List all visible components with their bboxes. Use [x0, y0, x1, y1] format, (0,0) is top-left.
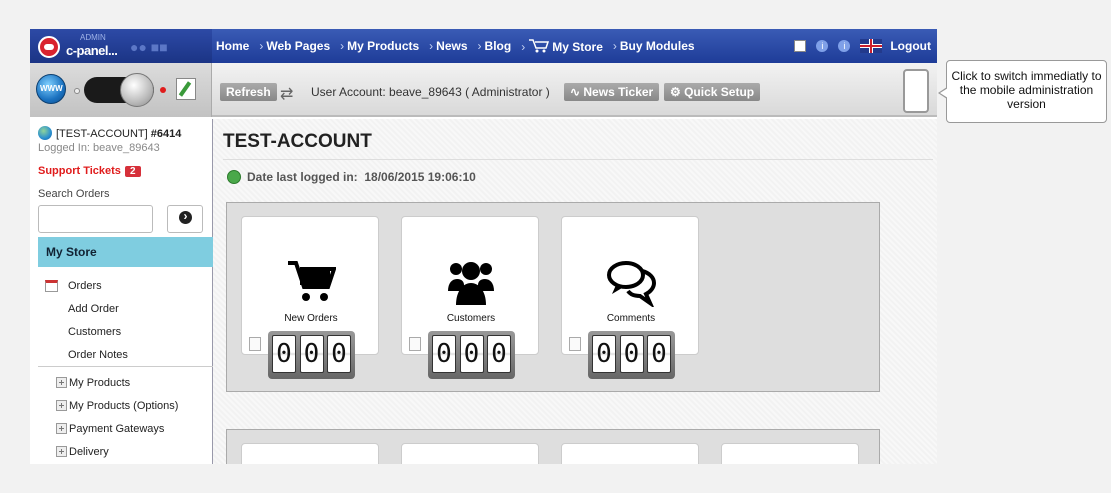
news-ticker-button[interactable]: ∿ News Ticker [564, 83, 660, 101]
expand-icon [56, 446, 67, 457]
gears-icon: ⚙ [670, 85, 685, 99]
counter-digit: 0 [647, 335, 671, 373]
expand-icon [56, 400, 67, 411]
dashboard-card[interactable] [241, 443, 379, 464]
sidebar: [TEST-ACCOUNT] #6414 Logged In: beave_89… [30, 119, 213, 464]
admin-app-window: ADMIN c-panel... ●● ■■ Home › Web Pages ›… [30, 29, 937, 464]
dashboard-card[interactable] [561, 443, 699, 464]
counter-digit: 0 [299, 335, 324, 373]
quick-setup-button[interactable]: ⚙ Quick Setup [664, 83, 761, 101]
status-led-icon [160, 87, 166, 93]
dashboard-card[interactable] [401, 443, 539, 464]
counter-digit: 0 [327, 335, 351, 373]
document-icon [409, 337, 421, 351]
sidebar-section-my-store[interactable]: My Store [38, 237, 213, 267]
comments-icon [607, 261, 656, 307]
card-label: New Orders [284, 313, 338, 324]
account-line: [TEST-ACCOUNT] #6414 [38, 126, 181, 140]
cart-icon [288, 261, 336, 301]
toggle-knob[interactable] [120, 73, 154, 107]
main-content: TEST-ACCOUNT Date last logged in: 18/06/… [213, 119, 937, 464]
sidebar-item-order-notes[interactable]: Order Notes [68, 349, 128, 361]
sidebar-item-orders[interactable]: Orders [68, 280, 102, 292]
expand-icon [56, 377, 67, 388]
help-info-icon[interactable]: i [838, 40, 851, 52]
info-icon[interactable]: i [816, 40, 829, 52]
nav-web-pages[interactable]: › Web Pages [259, 39, 330, 53]
top-right-controls: i i Logout [794, 29, 931, 63]
search-orders-label: Search Orders [38, 188, 110, 200]
counter-digit: 0 [619, 335, 644, 373]
cart-icon [529, 38, 550, 52]
cpanel-logo[interactable]: ADMIN c-panel... ●● ■■ [30, 29, 212, 63]
document-icon [249, 337, 261, 351]
title-divider [223, 159, 933, 160]
main-nav: Home › Web Pages › My Products › News › Blog… [216, 29, 705, 63]
counter-digit: 0 [487, 335, 511, 373]
counter-digit: 0 [432, 335, 456, 373]
calendar-icon[interactable] [794, 40, 807, 52]
support-count-badge: 2 [124, 166, 141, 177]
toolbar: WWW Refresh ⇄ User Account: beave_89643 … [30, 63, 937, 117]
user-account-label: User Account: beave_89643 ( Administrato… [311, 85, 550, 99]
sidebar-divider [38, 366, 213, 367]
users-icon [448, 262, 494, 305]
dashboard-card[interactable] [721, 443, 859, 464]
uk-flag-icon[interactable] [860, 39, 883, 53]
dashboard-panel-secondary [226, 429, 880, 464]
nav-my-store[interactable]: › My Store [521, 38, 603, 54]
nav-news[interactable]: › News [429, 39, 467, 53]
search-go-button[interactable] [167, 205, 203, 233]
rss-icon: ∿ [570, 85, 584, 99]
www-globe-icon[interactable]: WWW [36, 74, 66, 104]
counter-display: 0 0 0 [268, 331, 355, 379]
counter-display: 0 0 0 [588, 331, 675, 379]
mobile-switch-phone-icon[interactable] [903, 69, 929, 113]
logout-link[interactable]: Logout [890, 39, 931, 53]
sidebar-item-customers[interactable]: Customers [68, 326, 121, 338]
orders-calendar-icon [45, 280, 58, 292]
counter-display: 0 0 0 [428, 331, 515, 379]
sidebar-item-payment-gateways[interactable]: Payment Gateways [56, 423, 164, 435]
last-login-line: Date last logged in: 18/06/2015 19:06:10 [227, 170, 476, 184]
card-label: Customers [446, 313, 496, 324]
sidebar-item-my-products[interactable]: My Products [56, 377, 130, 389]
document-icon [569, 337, 581, 351]
refresh-icon[interactable]: ⇄ [280, 84, 293, 104]
refresh-button[interactable]: Refresh [220, 83, 277, 101]
dashboard-card-comments[interactable]: Comments 0 0 0 [561, 216, 699, 379]
sidebar-item-my-products-options[interactable]: My Products (Options) [56, 400, 178, 412]
logged-in-label: Logged In: beave_89643 [38, 142, 160, 154]
counter-digit: 0 [459, 335, 484, 373]
logo-badge-icon [38, 36, 60, 58]
sidebar-item-add-order[interactable]: Add Order [68, 303, 119, 315]
support-tickets-link[interactable]: Support Tickets 2 [38, 165, 141, 177]
top-navigation-bar: ADMIN c-panel... ●● ■■ Home › Web Pages ›… [30, 29, 937, 63]
counter-digit: 0 [592, 335, 616, 373]
edit-icon[interactable] [176, 78, 196, 100]
logo-admin-label: ADMIN [80, 33, 106, 42]
logo-text: c-panel... [66, 43, 118, 58]
nav-my-products[interactable]: › My Products [340, 39, 419, 53]
sidebar-item-delivery[interactable]: Delivery [56, 446, 109, 458]
nav-buy-modules[interactable]: › Buy Modules [613, 39, 695, 53]
nav-blog[interactable]: › Blog [478, 39, 512, 53]
mobile-switch-callout: Click to switch immediatly to the mobile… [938, 60, 1107, 123]
dashboard-card-new-orders[interactable]: New Orders 0 0 0 [241, 216, 379, 379]
counter-digit: 0 [272, 335, 296, 373]
mode-switch-area: WWW [30, 63, 212, 117]
nav-home[interactable]: Home [216, 39, 249, 53]
clock-arrow-icon [227, 170, 241, 184]
account-globe-icon [38, 126, 52, 140]
search-orders-input[interactable] [38, 205, 153, 233]
page-title: TEST-ACCOUNT [223, 131, 372, 152]
card-label: Comments [606, 313, 656, 324]
dashboard-card-customers[interactable]: Customers 0 0 0 [401, 216, 539, 379]
users-chat-icon: ●● ■■ [130, 39, 168, 55]
radio-dot [74, 88, 80, 94]
expand-icon [56, 423, 67, 434]
dashboard-panel: New Orders 0 0 0 Customers 0 0 0 Comment… [226, 202, 880, 392]
